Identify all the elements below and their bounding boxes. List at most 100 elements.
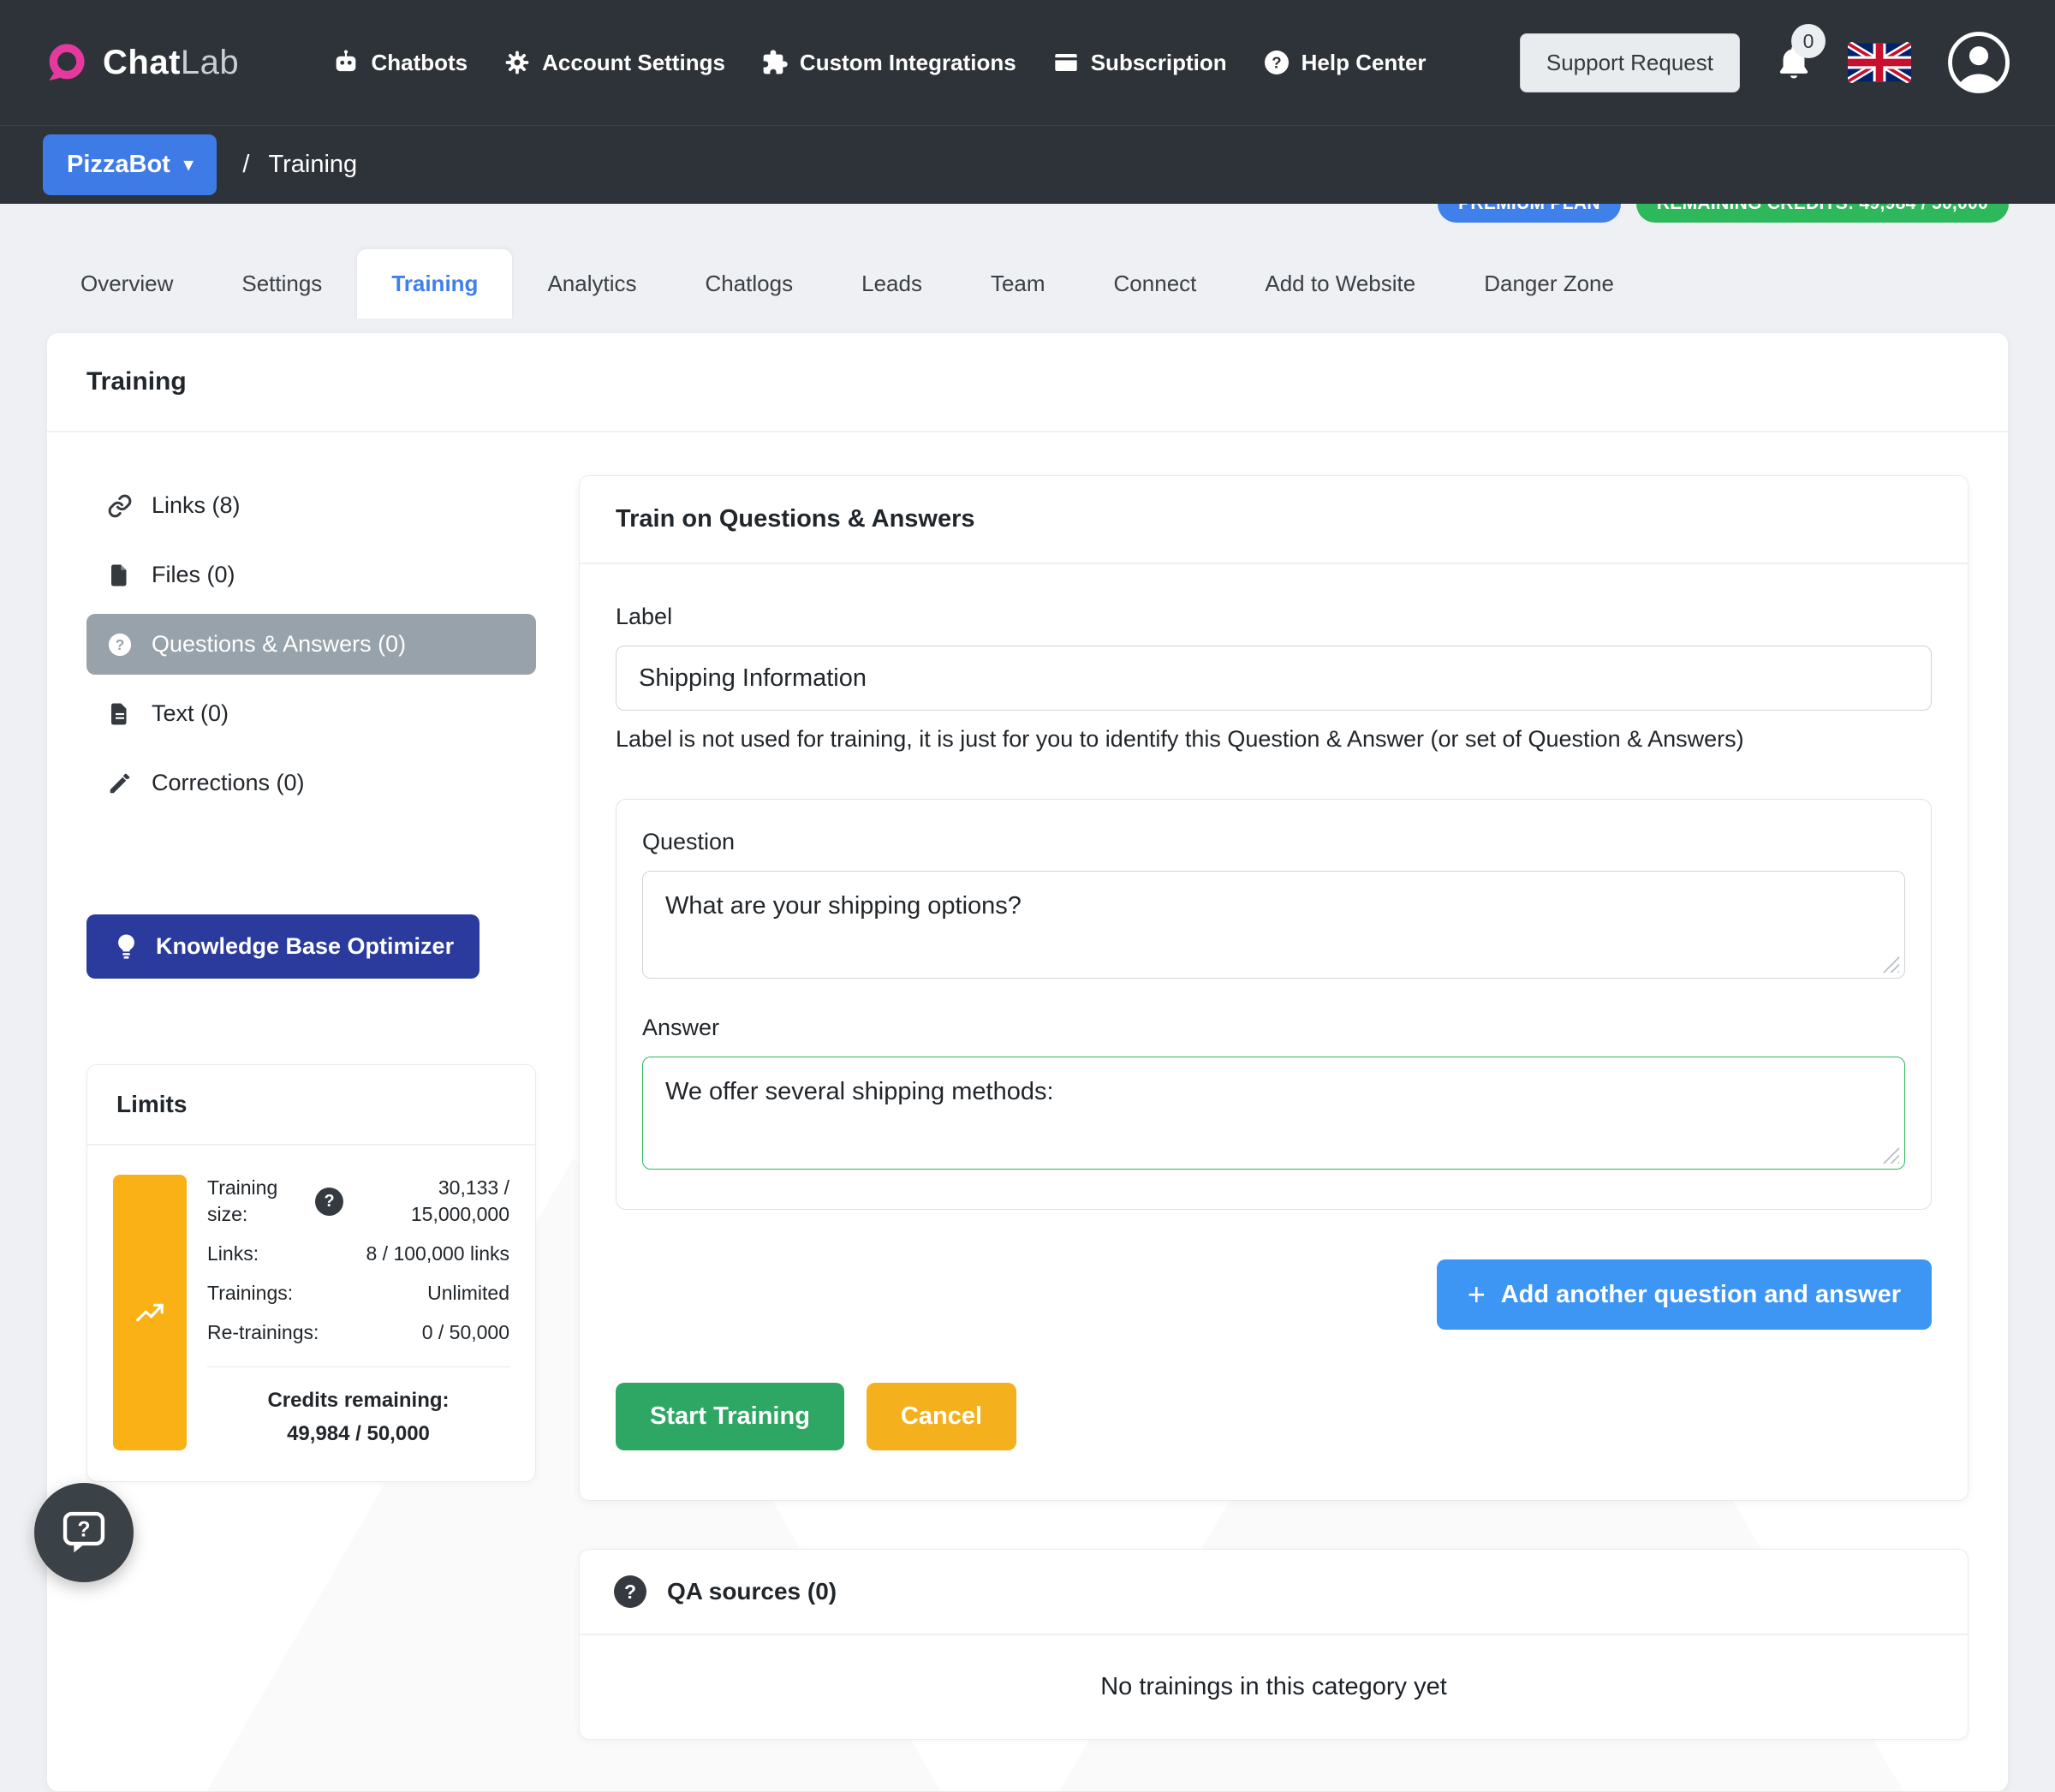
tab-chatlogs[interactable]: Chatlogs [670,249,827,319]
chat-widget-button[interactable]: ? [34,1483,134,1582]
training-main-column: Train on Questions & Answers Label Label… [579,475,1969,1740]
knowledge-base-optimizer-button[interactable]: Knowledge Base Optimizer [86,914,480,979]
nav-item-custom-integrations[interactable]: Custom Integrations [761,49,1016,76]
form-actions: Start Training Cancel [616,1383,1932,1450]
qa-sources-title: QA sources (0) [667,1578,837,1605]
question-field-label: Question [642,829,1905,855]
limit-label: Trainings: [207,1280,293,1307]
limit-row-links: Links: 8 / 100,000 links [207,1241,509,1267]
sidebar-item-corrections[interactable]: Corrections (0) [86,753,536,813]
limits-card: Limits Training size:? 30,133 / 15,000,0… [86,1064,536,1482]
qa-form-title: Train on Questions & Answers [580,476,1968,564]
tab-settings[interactable]: Settings [207,249,356,319]
svg-text:?: ? [78,1519,91,1542]
tab-team[interactable]: Team [956,249,1080,319]
file-icon [107,563,133,588]
uk-flag-icon [1848,42,1911,83]
avatar-icon [1945,29,2012,96]
add-row: + Add another question and answer [616,1259,1932,1330]
question-textarea[interactable]: What are your shipping options? [642,871,1905,979]
help-icon[interactable]: ? [315,1188,343,1216]
training-card-body: Links (8) Files (0) ? Questions & Answer… [47,432,2008,1791]
language-flag-button[interactable] [1848,42,1911,83]
nav-item-help-center[interactable]: ? Help Center [1263,49,1427,76]
training-card: Training Links (8) Files (0) [46,332,2009,1792]
sidebar-item-text[interactable]: Text (0) [86,683,536,744]
limit-label: Links: [207,1241,259,1267]
sidebar-item-questions-answers[interactable]: ? Questions & Answers (0) [86,614,536,675]
gear-icon [503,49,531,76]
tab-training[interactable]: Training [356,248,513,319]
chatlab-logo-text: ChatLab [103,44,239,82]
limits-rows: Training size:? 30,133 / 15,000,000 Link… [207,1175,509,1450]
tab-danger-zone[interactable]: Danger Zone [1450,249,1648,319]
training-sources-sidebar: Links (8) Files (0) ? Questions & Answer… [86,475,536,1740]
start-training-button[interactable]: Start Training [616,1383,844,1450]
nav-label-chatbots: Chatbots [371,50,468,76]
qa-form-card: Train on Questions & Answers Label Label… [579,475,1969,1501]
sidebar-label-corrections: Corrections (0) [152,770,305,796]
sidebar-item-files[interactable]: Files (0) [86,545,536,605]
top-navbar: ChatLab Chatbots Account Settings Custom… [0,0,2055,125]
chatlab-logo-icon [43,39,89,86]
bot-selector-label: PizzaBot [67,151,170,179]
qa-sources-card: ? QA sources (0) No trainings in this ca… [579,1549,1969,1740]
chevron-down-icon: ▾ [184,156,194,174]
credit-card-icon [1052,49,1080,76]
nav-item-account-settings[interactable]: Account Settings [503,49,725,76]
tab-add-to-website[interactable]: Add to Website [1230,249,1450,319]
limit-row-retrainings: Re-trainings: 0 / 50,000 [207,1319,509,1346]
robot-icon [332,49,360,76]
qa-sources-empty-message: No trainings in this category yet [580,1635,1968,1739]
breadcrumb-current: Training [268,151,357,179]
answer-textarea[interactable]: We offer several shipping methods: [642,1057,1905,1170]
limit-value: 0 / 50,000 [422,1319,509,1346]
support-request-button[interactable]: Support Request [1520,33,1740,92]
sidebar-label-files: Files (0) [152,562,235,588]
puzzle-icon [761,49,789,76]
nav-item-chatbots[interactable]: Chatbots [332,49,468,76]
qa-form-body: Label Label is not used for training, it… [580,564,1968,1500]
cancel-button[interactable]: Cancel [867,1383,1016,1450]
brand-chat: Chat [103,44,181,81]
limit-row-trainings: Trainings: Unlimited [207,1280,509,1307]
svg-text:?: ? [116,636,125,653]
link-icon [107,493,133,519]
limits-title: Limits [87,1065,535,1146]
sidebar-item-links[interactable]: Links (8) [86,475,536,536]
qa-sources-header: ? QA sources (0) [580,1550,1968,1635]
limit-row-training-size: Training size:? 30,133 / 15,000,000 [207,1175,509,1228]
credits-remaining-label: Credits remaining: [207,1384,509,1417]
tab-analytics[interactable]: Analytics [513,249,670,319]
question-circle-icon: ? [107,632,133,658]
main-nav: Chatbots Account Settings Custom Integra… [332,49,1426,76]
bot-selector-dropdown[interactable]: PizzaBot ▾ [43,134,217,195]
label-input[interactable] [616,646,1932,711]
add-question-answer-button[interactable]: + Add another question and answer [1437,1259,1932,1330]
limit-value: Unlimited [427,1280,509,1307]
credits-remaining: Credits remaining: 49,984 / 50,000 [207,1384,509,1450]
limits-divider [207,1366,509,1367]
tab-connect[interactable]: Connect [1080,249,1231,319]
tab-overview[interactable]: Overview [46,249,207,319]
limits-usage-block [113,1175,187,1450]
plus-icon: + [1468,1279,1486,1310]
user-avatar-button[interactable] [1945,29,2012,96]
notifications-button[interactable]: 0 [1774,41,1814,84]
breadcrumb: / Training [242,151,357,179]
sidebar-label-questions-answers: Questions & Answers (0) [152,631,406,658]
main-content: PREMIUM PLAN REMAINING CREDITS: 49,984 /… [0,185,2055,1792]
chart-icon [134,1296,166,1329]
chatlab-logo[interactable]: ChatLab [43,39,239,86]
nav-item-subscription[interactable]: Subscription [1052,49,1227,76]
help-icon[interactable]: ? [614,1575,646,1608]
credits-remaining-value: 49,984 / 50,000 [207,1418,509,1450]
limit-label: Training size: [207,1175,305,1228]
chat-bubble-icon: ? [57,1506,110,1559]
add-question-answer-label: Add another question and answer [1501,1281,1901,1309]
tab-bar: Overview Settings Training Analytics Cha… [46,248,2009,319]
limits-body: Training size:? 30,133 / 15,000,000 Link… [87,1146,535,1481]
svg-text:?: ? [1272,53,1281,71]
tab-leads[interactable]: Leads [827,249,956,319]
label-help-text: Label is not used for training, it is ju… [616,726,1932,753]
